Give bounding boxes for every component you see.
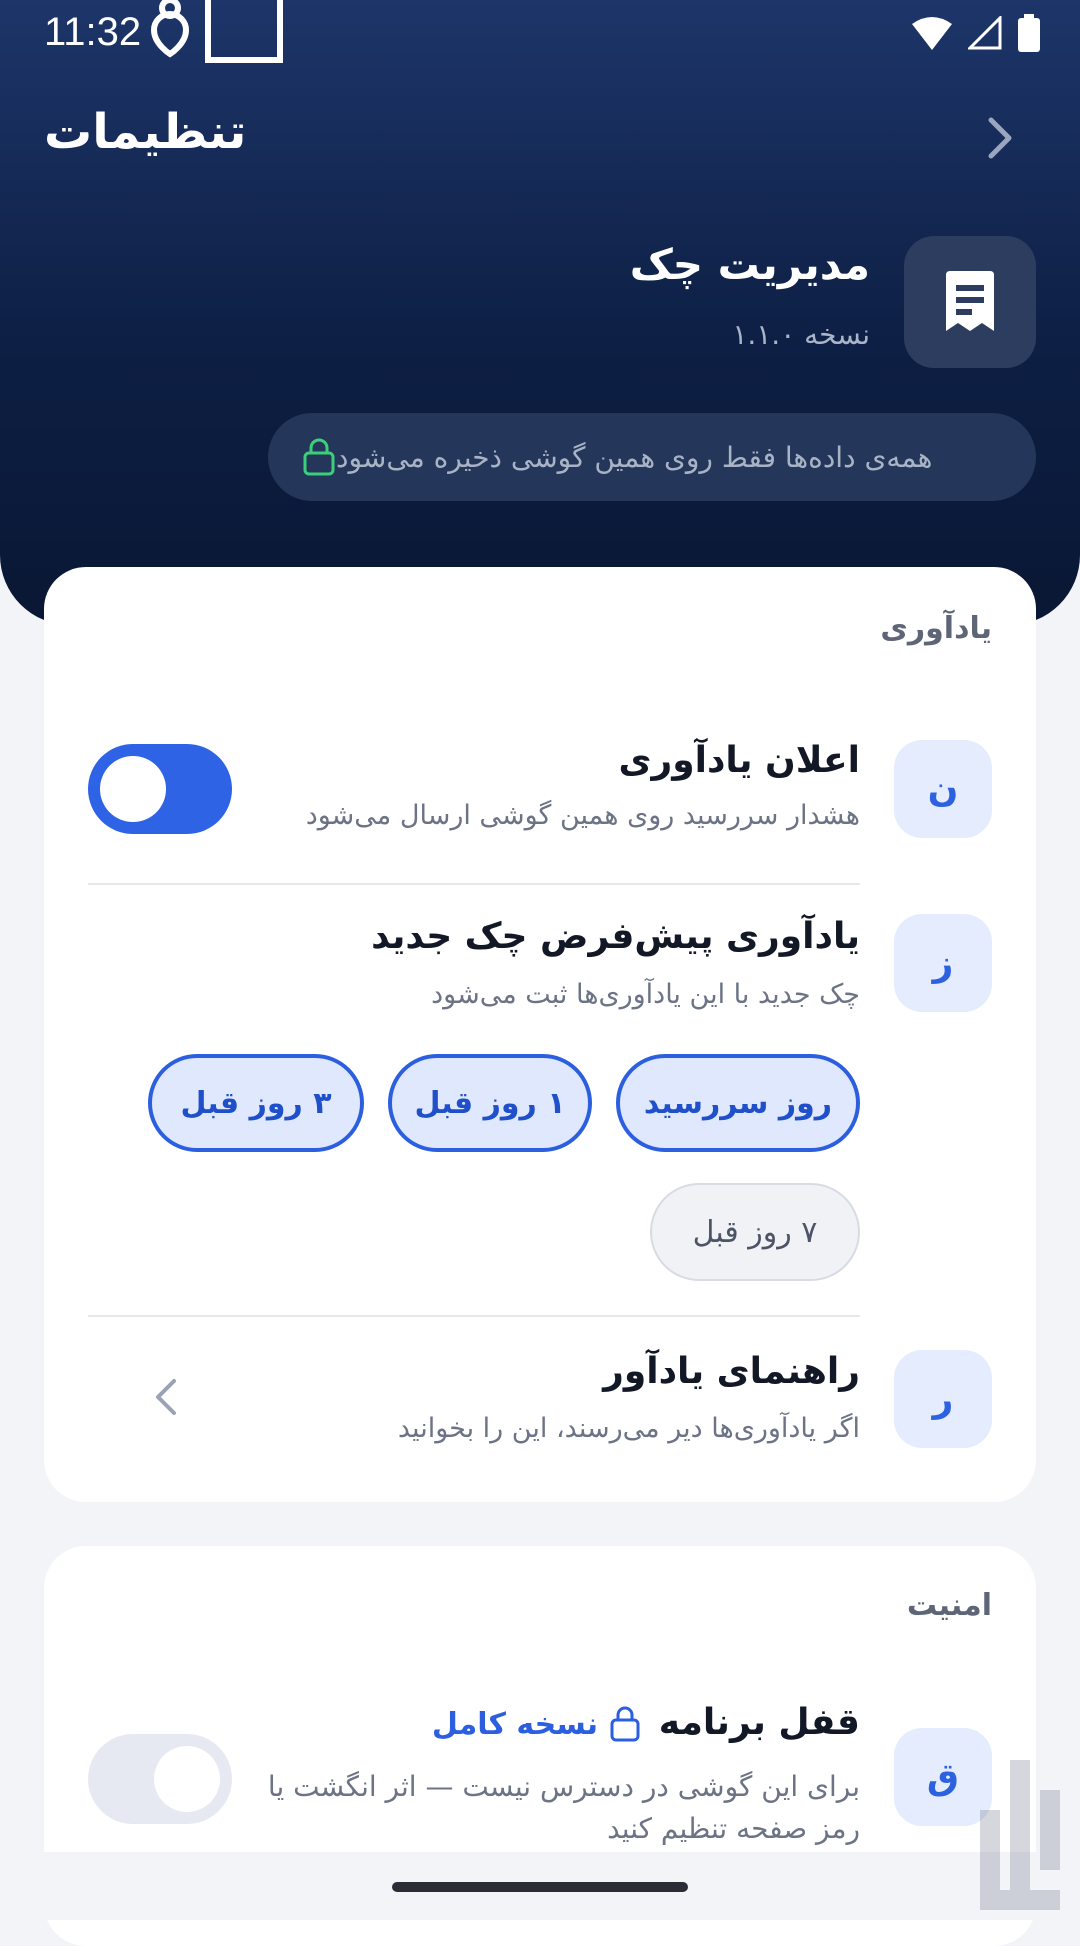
toggle-knob — [100, 756, 166, 822]
guide-subtitle: اگر یادآوری‌ها دیر می‌رسند، این را بخوان… — [397, 1413, 860, 1444]
divider — [88, 883, 860, 885]
default-reminder-row-icon: ز — [894, 914, 992, 1012]
app-name: مدیریت چک — [629, 240, 870, 289]
status-time: 11:32 — [44, 10, 142, 54]
chip-due-day[interactable]: روز سررسید — [616, 1054, 860, 1152]
guide-title[interactable]: راهنمای یادآور — [603, 1351, 860, 1392]
reminder-card: یادآوری ن اعلان یادآوری هشدار سررسید روی… — [44, 567, 1036, 1502]
app-notification-icon — [150, 0, 283, 63]
app-logo — [904, 236, 1036, 368]
privacy-note: همه‌ی داده‌ها فقط روی همین گوشی ذخیره می… — [268, 413, 1036, 501]
app-lock-toggle[interactable] — [88, 1734, 232, 1824]
notification-row-icon: ن — [894, 740, 992, 838]
chip-3-days-before[interactable]: ۳ روز قبل — [148, 1054, 364, 1152]
wifi-icon — [912, 17, 952, 50]
app-lock-subtitle: برای این گوشی در دسترس نیست — اثر انگشت … — [267, 1770, 860, 1845]
toggle-knob — [154, 1746, 220, 1812]
guide-row-icon: ر — [894, 1350, 992, 1448]
notification-subtitle: هشدار سررسید روی همین گوشی ارسال می‌شود — [305, 800, 860, 831]
section-title-security: امنیت — [906, 1588, 992, 1623]
page-title: تنظیمات — [44, 104, 247, 160]
default-reminder-subtitle: چک جدید با این یادآوری‌ها ثبت می‌شود — [431, 979, 860, 1010]
app-lock-title: قفل برنامه — [658, 1702, 860, 1743]
lock-icon — [303, 438, 335, 476]
lock-icon — [610, 1706, 640, 1742]
divider — [88, 1315, 860, 1317]
battery-icon — [1018, 14, 1040, 52]
chip-1-day-before[interactable]: ۱ روز قبل — [388, 1054, 592, 1152]
full-version-badge-label: نسخه کامل — [431, 1706, 598, 1742]
section-title-reminder: یادآوری — [880, 611, 992, 646]
notification-toggle[interactable] — [88, 744, 232, 834]
back-chevron-icon[interactable] — [973, 112, 1025, 164]
app-version: نسخه ۱.۱.۰ — [732, 318, 870, 351]
gesture-nav-handle[interactable] — [392, 1882, 688, 1892]
privacy-note-text: همه‌ی داده‌ها فقط روی همین گوشی ذخیره می… — [336, 440, 933, 474]
default-reminder-title: یادآوری پیش‌فرض چک جدید — [371, 916, 860, 957]
chevron-left-icon[interactable] — [146, 1377, 186, 1417]
chip-7-days-before[interactable]: ۷ روز قبل — [650, 1183, 860, 1281]
notification-title: اعلان یادآوری — [618, 740, 860, 781]
receipt-icon — [946, 271, 994, 331]
full-version-badge[interactable]: نسخه کامل — [432, 1706, 640, 1742]
cellular-signal-icon — [968, 16, 1002, 50]
store-watermark-icon — [980, 1760, 1060, 1910]
